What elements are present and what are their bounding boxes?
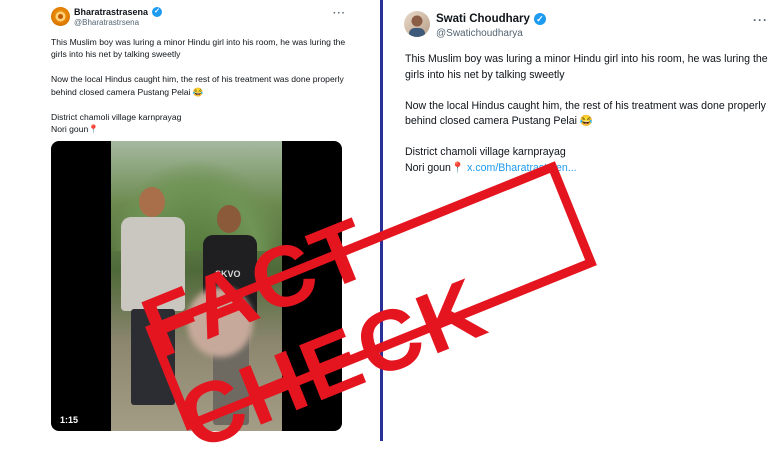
more-options-icon[interactable]: ··· (753, 13, 768, 27)
right-avatar[interactable] (404, 11, 430, 37)
video-duration: 1:15 (60, 415, 79, 425)
right-paragraph-2: Now the local Hindus caught him, the res… (405, 99, 766, 128)
left-village: Nori goun (51, 124, 89, 135)
right-paragraph-1: This Muslim boy was luring a minor Hindu… (405, 53, 768, 81)
left-handle[interactable]: @Bharatrastrsena (74, 18, 139, 27)
left-paragraph-1: This Muslim boy was luring a minor Hindu… (51, 37, 346, 60)
more-options-icon[interactable]: ··· (333, 8, 346, 19)
location-pin-icon: 📍 (88, 124, 99, 135)
right-display-name[interactable]: Swati Choudhary (436, 13, 530, 25)
left-name-row: Bharatrastrasena ✓ (74, 7, 163, 17)
left-display-name[interactable]: Bharatrastrasena (74, 7, 148, 17)
left-paragraph-2: Now the local Hindus caught him, the res… (51, 74, 344, 97)
verified-badge-icon: ✓ (533, 13, 546, 25)
verified-badge-icon: ✓ (152, 7, 163, 17)
lion-emblem-icon (55, 11, 66, 22)
profile-photo-icon (409, 15, 425, 37)
right-handle[interactable]: @Swatichoudharya (436, 28, 523, 39)
left-location-line: District chamoli village karnprayag (51, 111, 182, 122)
left-village-line: Nori goun📍 (51, 123, 351, 135)
left-tweet-text: This Muslim boy was luring a minor Hindu… (51, 36, 351, 136)
left-avatar[interactable] (51, 7, 70, 26)
right-name-row: Swati Choudhary ✓ (436, 13, 546, 25)
